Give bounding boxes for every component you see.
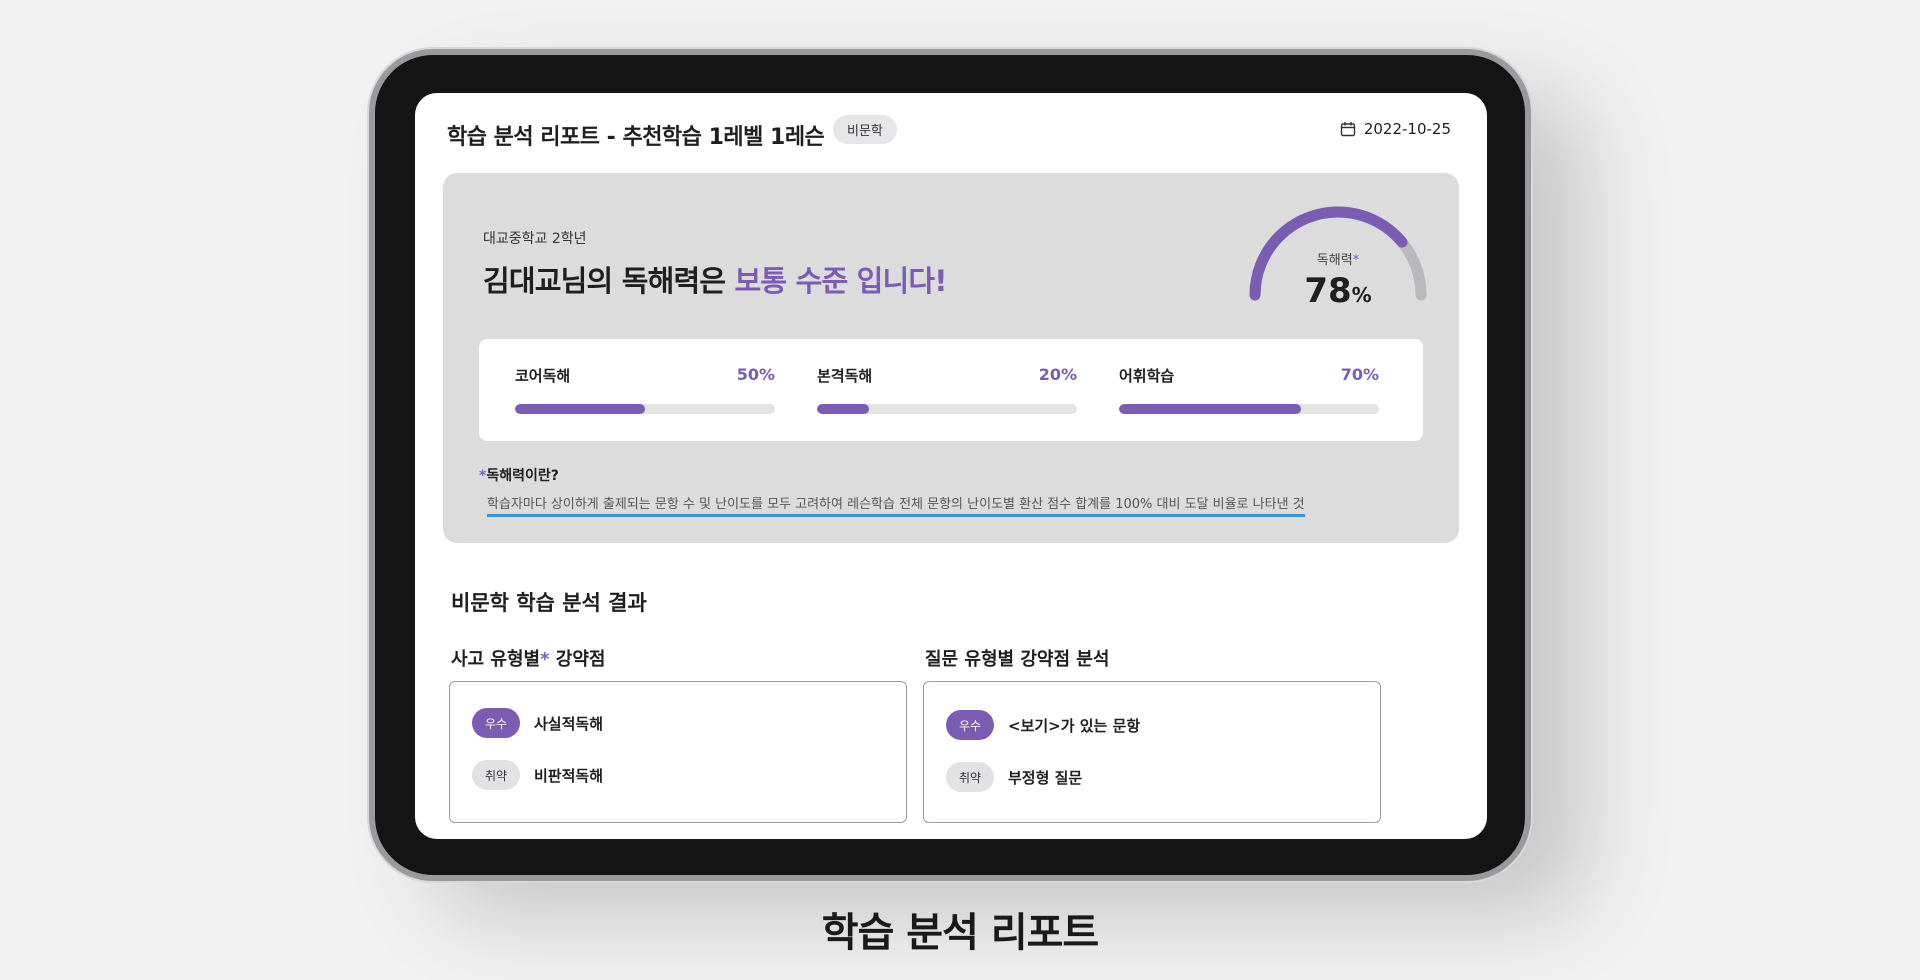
list-item: 취약 비판적독해 <box>472 760 603 790</box>
headline-prefix: 김대교님의 독해력은 <box>483 264 735 298</box>
thinking-type-title: 사고 유형별* 강약점 <box>451 645 605 671</box>
weakness-badge: 취약 <box>472 760 520 790</box>
metric-vocabulary: 어휘학습 70% <box>1119 365 1379 414</box>
page-title: 학습 분석 리포트 - 추천학습 1레벨 1레슨 <box>447 125 825 150</box>
tablet-screen: 학습 분석 리포트 - 추천학습 1레벨 1레슨 비문학 2022-10-25 … <box>415 93 1487 839</box>
gauge-value-unit: % <box>1351 283 1372 307</box>
calendar-icon <box>1340 121 1356 137</box>
metric-percent: 70% <box>1340 365 1379 384</box>
reading-gauge: 독해력* 78% <box>1233 183 1443 333</box>
metric-full-reading: 본격독해 20% <box>817 365 1077 414</box>
date-display: 2022-10-25 <box>1340 120 1451 138</box>
analysis-section-title: 비문학 학습 분석 결과 <box>451 591 647 615</box>
question-type-box: 우수 <보기>가 있는 문항 취약 부정형 질문 <box>923 681 1381 823</box>
progress-bar <box>1119 404 1379 414</box>
list-item: 우수 <보기>가 있는 문항 <box>946 710 1140 740</box>
tablet-frame: 학습 분석 리포트 - 추천학습 1레벨 1레슨 비문학 2022-10-25 … <box>375 55 1525 875</box>
metric-percent: 50% <box>736 365 775 384</box>
progress-bar <box>515 404 775 414</box>
thinking-type-title-suffix: 강약점 <box>549 649 606 670</box>
metric-percent: 20% <box>1038 365 1077 384</box>
item-label: 비판적독해 <box>534 766 604 785</box>
strength-badge: 우수 <box>472 708 520 738</box>
gauge-label-text: 독해력 <box>1316 253 1353 268</box>
result-headline: 김대교님의 독해력은 보통 수준 입니다! <box>483 258 948 300</box>
metric-label: 어휘학습 <box>1119 367 1175 385</box>
question-type-title: 질문 유형별 강약점 분석 <box>925 649 1110 670</box>
item-label: 부정형 질문 <box>1008 768 1083 787</box>
strength-badge: 우수 <box>946 710 994 740</box>
gauge-value-number: 78 <box>1304 271 1352 311</box>
report-header: 학습 분석 리포트 - 추천학습 1레벨 1레슨 비문학 2022-10-25 <box>415 93 1487 169</box>
item-label: <보기>가 있는 문항 <box>1008 716 1141 735</box>
metric-label: 본격독해 <box>817 367 873 385</box>
summary-card: 대교중학교 2학년 김대교님의 독해력은 보통 수준 입니다! 독해력* 78%… <box>443 173 1459 543</box>
image-caption: 학습 분석 리포트 <box>821 910 1099 956</box>
list-item: 취약 부정형 질문 <box>946 762 1082 792</box>
gauge-label-star: * <box>1352 253 1360 268</box>
item-label: 사실적독해 <box>534 714 604 733</box>
thinking-type-box: 우수 사실적독해 취약 비판적독해 <box>449 681 907 823</box>
report-date: 2022-10-25 <box>1363 120 1451 138</box>
progress-fill <box>515 404 645 414</box>
definition-text: 학습자마다 상이하게 출제되는 문항 수 및 난이도를 모두 고려하여 레슨학습… <box>487 493 1305 517</box>
definition-title: *독해력이란? <box>479 465 559 485</box>
progress-bar <box>817 404 1077 414</box>
list-item: 우수 사실적독해 <box>472 708 603 738</box>
gauge-value: 78% <box>1233 271 1443 311</box>
progress-fill <box>817 404 869 414</box>
thinking-type-star: * <box>540 649 550 670</box>
metric-core-reading: 코어독해 50% <box>515 365 775 414</box>
definition-title-text: 독해력이란? <box>486 468 559 484</box>
progress-fill <box>1119 404 1301 414</box>
metric-label: 코어독해 <box>515 367 571 385</box>
weakness-badge: 취약 <box>946 762 994 792</box>
metrics-panel: 코어독해 50% 본격독해 20% 어휘학습 70% <box>479 339 1423 441</box>
gauge-label: 독해력* <box>1233 249 1443 268</box>
headline-accent: 보통 수준 입니다! <box>734 264 948 298</box>
thinking-type-title-text: 사고 유형별 <box>451 649 541 670</box>
category-tag: 비문학 <box>833 115 897 144</box>
student-school: 대교중학교 2학년 <box>483 231 587 247</box>
